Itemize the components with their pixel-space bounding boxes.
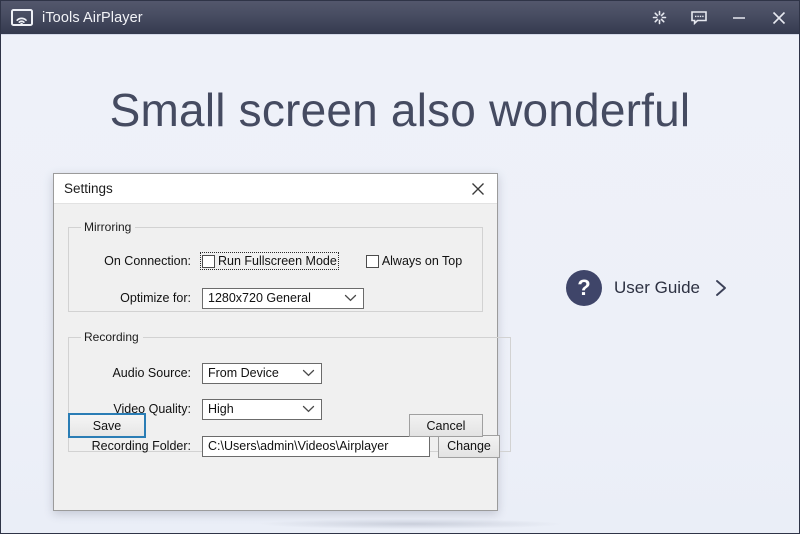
user-guide-label: User Guide (614, 278, 700, 297)
run-fullscreen-mode-label: Run Fullscreen Mode (218, 254, 337, 268)
window-title-bar[interactable]: iTools AirPlayer (1, 1, 799, 34)
chevron-right-icon (714, 278, 728, 298)
airplay-screencast-icon (10, 8, 34, 28)
dialog-close-icon[interactable] (467, 178, 489, 200)
settings-dialog: Settings Mirroring On Connection: Run Fu… (53, 173, 511, 511)
on-connection-label: On Connection: (104, 254, 191, 268)
always-on-top-checkbox[interactable]: Always on Top (365, 254, 463, 268)
minimize-icon[interactable] (719, 1, 759, 34)
checkbox-box (365, 254, 379, 268)
close-icon[interactable] (759, 1, 799, 34)
chevron-down-icon (302, 364, 315, 383)
always-on-top-label: Always on Top (381, 254, 463, 268)
run-fullscreen-mode-checkbox[interactable]: Run Fullscreen Mode (200, 252, 339, 270)
audio-source-select[interactable]: From Device (202, 362, 322, 384)
main-content-area: Small screen also wonderful ? User Guide… (1, 34, 799, 533)
checkbox-box (202, 254, 215, 268)
optimize-for-value: 1280x720 General (208, 291, 311, 305)
recording-legend: Recording (84, 330, 139, 344)
dialog-footer: Save Cancel (54, 408, 497, 452)
optimize-for-select[interactable]: 1280x720 General (202, 287, 364, 309)
app-window: iTools AirPlayer Small screen also wonde… (0, 0, 800, 534)
page-headline: Small screen also wonderful (109, 84, 691, 136)
question-mark-circle-icon: ? (566, 270, 602, 306)
chevron-down-icon (344, 289, 357, 308)
dialog-title: Settings (64, 181, 113, 196)
message-bubble-icon[interactable] (679, 1, 719, 34)
mirroring-legend: Mirroring (84, 220, 132, 234)
user-guide-link[interactable]: ? User Guide (566, 270, 728, 306)
app-title: iTools AirPlayer (42, 9, 143, 26)
background-panel-shadow (261, 519, 561, 529)
mirroring-group: Mirroring On Connection: Run Fullscreen … (68, 220, 483, 312)
audio-source-value: From Device (208, 366, 279, 380)
titlebar-button-group (639, 1, 799, 34)
cancel-button[interactable]: Cancel (409, 414, 483, 437)
dialog-title-bar[interactable]: Settings (54, 174, 497, 204)
optimize-for-label: Optimize for: (120, 291, 191, 305)
gear-icon[interactable] (639, 1, 679, 34)
save-button[interactable]: Save (68, 413, 146, 438)
dialog-body: Mirroring On Connection: Run Fullscreen … (54, 204, 511, 458)
audio-source-label: Audio Source: (112, 366, 191, 380)
